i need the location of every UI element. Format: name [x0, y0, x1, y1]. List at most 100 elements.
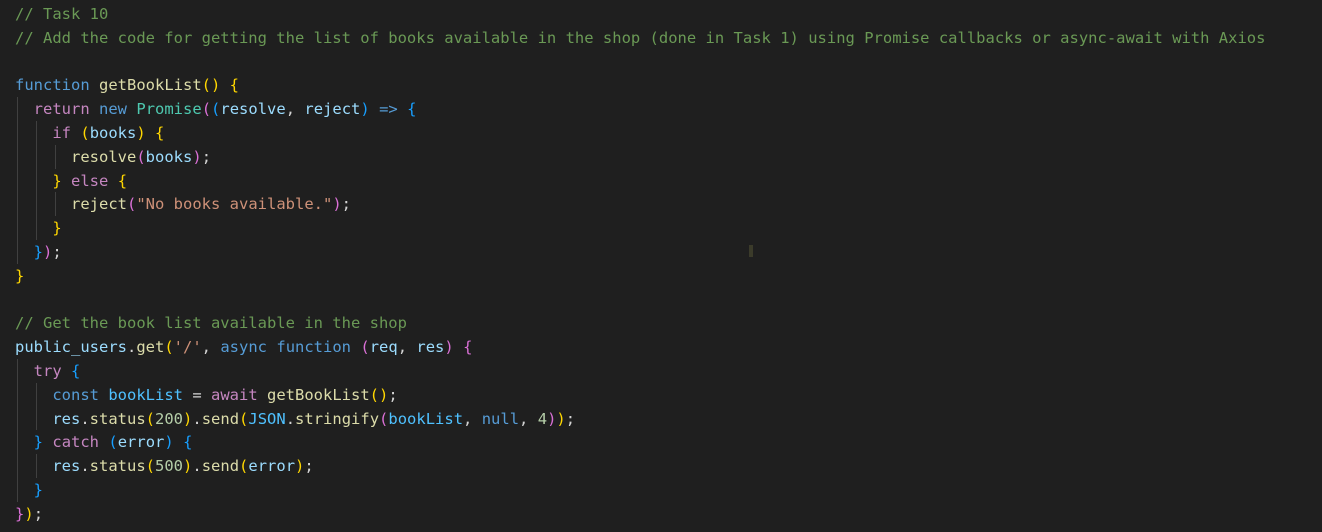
code-editor[interactable]: // Task 10 // Add the code for getting th… [0, 2, 1322, 532]
code-line[interactable]: // Add the code for getting the list of … [15, 26, 1265, 50]
code-token: ) [444, 338, 454, 357]
code-line[interactable]: }); [15, 240, 62, 264]
code-token: bookList [108, 385, 183, 404]
code-token: ) [183, 409, 193, 428]
code-line[interactable]: res.status(500).send(error); [15, 454, 313, 478]
code-token: ) [360, 100, 370, 119]
code-token: } [52, 219, 62, 238]
code-token: status [89, 409, 146, 428]
code-token: } [15, 266, 25, 285]
code-token: { [155, 124, 165, 142]
code-token: stringify [295, 409, 380, 428]
code-line[interactable]: } [15, 216, 62, 240]
code-line[interactable]: res.status(200).send(JSON.stringify(book… [15, 407, 575, 431]
code-token: res [52, 457, 81, 476]
code-token: ( [201, 100, 212, 119]
code-line[interactable]: } catch (error) { [15, 430, 193, 454]
code-token: // Add the code for getting the list of … [15, 28, 1266, 47]
code-line[interactable]: } else { [15, 169, 127, 193]
code-token: ) [24, 504, 34, 523]
code-token: async [220, 338, 268, 357]
code-token: { [407, 100, 417, 119]
code-token: ) [183, 457, 193, 476]
code-token: await [211, 385, 258, 404]
code-line[interactable]: public_users.get('/', async function (re… [15, 335, 472, 359]
code-line[interactable]: if (books) { [15, 121, 164, 145]
code-token: // Get the book list available in the sh… [15, 314, 407, 333]
code-token: ; [565, 409, 576, 428]
code-token: 4 [537, 409, 548, 428]
code-token: ) [295, 457, 305, 476]
code-token: ( [80, 124, 90, 142]
code-token: . [80, 457, 90, 476]
code-token: return [33, 100, 90, 119]
code-token: ( [379, 409, 389, 428]
code-token: } [15, 504, 25, 523]
code-token: reject [304, 100, 361, 119]
code-token: res [416, 338, 445, 357]
code-token: getBookList [99, 76, 202, 95]
code-token: status [89, 457, 146, 476]
code-token: . [80, 409, 90, 428]
code-token: ; [33, 504, 44, 523]
code-token: } [33, 433, 44, 452]
code-token: get [136, 338, 165, 357]
code-token: , [201, 338, 221, 357]
code-token: null [481, 409, 520, 428]
code-token: ; [388, 385, 398, 404]
code-line[interactable]: function getBookList() { [15, 73, 239, 97]
code-token: , [285, 100, 305, 119]
code-token: 200 [155, 409, 184, 428]
code-line[interactable]: const bookList = await getBookList(); [15, 383, 398, 407]
code-line[interactable]: } [15, 264, 24, 288]
code-token: ( [145, 409, 156, 428]
code-token: function [276, 338, 352, 357]
code-token: send [201, 457, 240, 476]
code-token: } [33, 481, 44, 499]
code-token: { [183, 433, 193, 452]
code-token: => [379, 100, 398, 119]
code-line[interactable]: return new Promise((resolve, reject) => … [15, 97, 417, 121]
code-line[interactable]: reject("No books available."); [15, 192, 351, 216]
text-cursor [749, 245, 753, 257]
code-token: ; [201, 147, 212, 166]
code-token: ( [211, 100, 221, 119]
code-line[interactable]: }); [15, 502, 43, 526]
code-token: ) [136, 124, 146, 142]
code-token: ) [43, 243, 53, 261]
code-line[interactable]: resolve(books); [15, 145, 211, 169]
code-line[interactable]: // Task 10 [15, 2, 108, 26]
code-line[interactable]: // Get the book list available in the sh… [15, 311, 407, 335]
code-token: . [192, 409, 202, 428]
code-line[interactable]: try { [15, 359, 81, 383]
code-line[interactable]: } [15, 478, 43, 502]
code-token: catch [52, 433, 100, 452]
code-token: . [285, 409, 296, 428]
code-token: ) [556, 409, 566, 428]
code-token: } [52, 171, 62, 190]
code-token: , [463, 409, 482, 428]
code-token: , [397, 338, 417, 357]
code-token: books [145, 147, 193, 166]
code-token: books [89, 124, 137, 142]
code-token: function [15, 76, 90, 95]
